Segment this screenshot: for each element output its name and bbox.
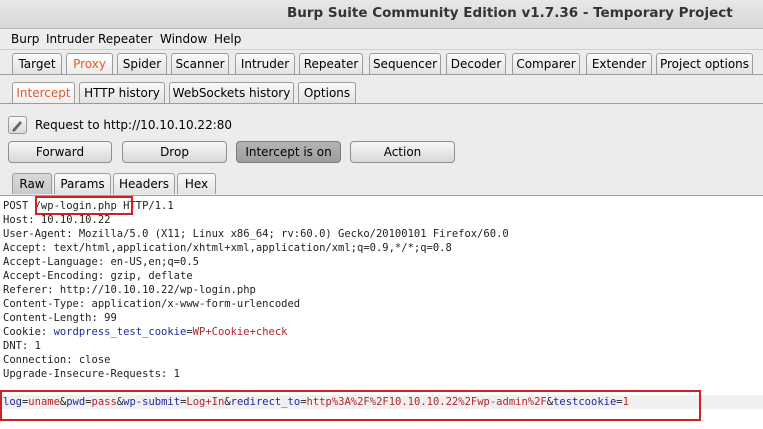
header-line: Host: 10.10.10.22 (3, 214, 111, 226)
tab-extender[interactable]: Extender (586, 53, 652, 74)
tab-scanner[interactable]: Scanner (171, 53, 229, 74)
cookie-name: wordpress_test_cookie (53, 326, 187, 338)
intercept-toggle-button[interactable]: Intercept is on (236, 141, 341, 163)
header-line: User-Agent: Mozilla/5.0 (X11; Linux x86_… (3, 228, 509, 240)
main-tab-divider (0, 74, 763, 75)
header-line: Content-Length: 99 (3, 312, 117, 324)
edit-icon[interactable] (8, 116, 27, 134)
menu-repeater[interactable]: Repeater (98, 32, 153, 46)
path-highlight-box (35, 196, 133, 215)
proxy-tab-divider (0, 103, 763, 104)
cookie-value: WP+Cookie+check (192, 326, 288, 338)
tab-intruder[interactable]: Intruder (235, 53, 295, 74)
tab-http-history[interactable]: HTTP history (79, 82, 165, 103)
tab-websockets-history[interactable]: WebSockets history (169, 82, 294, 103)
tab-raw[interactable]: Raw (12, 173, 52, 194)
menu-window[interactable]: Window (160, 32, 207, 46)
tab-decoder[interactable]: Decoder (446, 53, 506, 74)
tab-proxy[interactable]: Proxy (66, 53, 113, 74)
menu-help[interactable]: Help (214, 32, 241, 46)
action-button[interactable]: Action (350, 141, 455, 163)
forward-button[interactable]: Forward (8, 141, 112, 163)
pencil-icon (12, 121, 22, 132)
tab-project-options[interactable]: Project options (656, 53, 753, 74)
drop-button[interactable]: Drop (122, 141, 227, 163)
tab-params[interactable]: Params (54, 173, 111, 194)
cookie-header-line: Cookie: wordpress_test_cookie=WP+Cookie+… (3, 326, 288, 338)
header-line: Accept: text/html,application/xhtml+xml,… (3, 242, 452, 254)
request-target-label: Request to http://10.10.10.22:80 (35, 118, 233, 132)
tab-sequencer[interactable]: Sequencer (369, 53, 441, 74)
header-line: DNT: 1 (3, 340, 41, 352)
tab-headers[interactable]: Headers (113, 173, 175, 194)
header-line: Referer: http://10.10.10.22/wp-login.php (3, 284, 256, 296)
body-highlight-box (0, 390, 701, 421)
window-title: Burp Suite Community Edition v1.7.36 - T… (287, 5, 733, 21)
tab-spider[interactable]: Spider (117, 53, 167, 74)
menu-bar: Burp Intruder Repeater Window Help (0, 29, 763, 50)
tab-options[interactable]: Options (298, 82, 356, 103)
tab-intercept[interactable]: Intercept (12, 82, 75, 103)
header-line: Accept-Language: en-US,en;q=0.5 (3, 256, 199, 268)
header-line: Accept-Encoding: gzip, deflate (3, 270, 193, 282)
header-line: Connection: close (3, 354, 111, 366)
tab-target[interactable]: Target (12, 53, 62, 74)
header-line: Content-Type: application/x-www-form-url… (3, 298, 301, 310)
menu-intruder[interactable]: Intruder (46, 32, 94, 46)
menu-burp[interactable]: Burp (11, 32, 39, 46)
header-line: Upgrade-Insecure-Requests: 1 (3, 368, 181, 380)
tab-hex[interactable]: Hex (177, 173, 216, 194)
tab-repeater[interactable]: Repeater (299, 53, 363, 74)
request-method: POST (3, 200, 35, 212)
cookie-prefix: Cookie: (3, 326, 54, 338)
tab-comparer[interactable]: Comparer (512, 53, 580, 74)
window-titlebar: Burp Suite Community Edition v1.7.36 - T… (0, 0, 763, 29)
